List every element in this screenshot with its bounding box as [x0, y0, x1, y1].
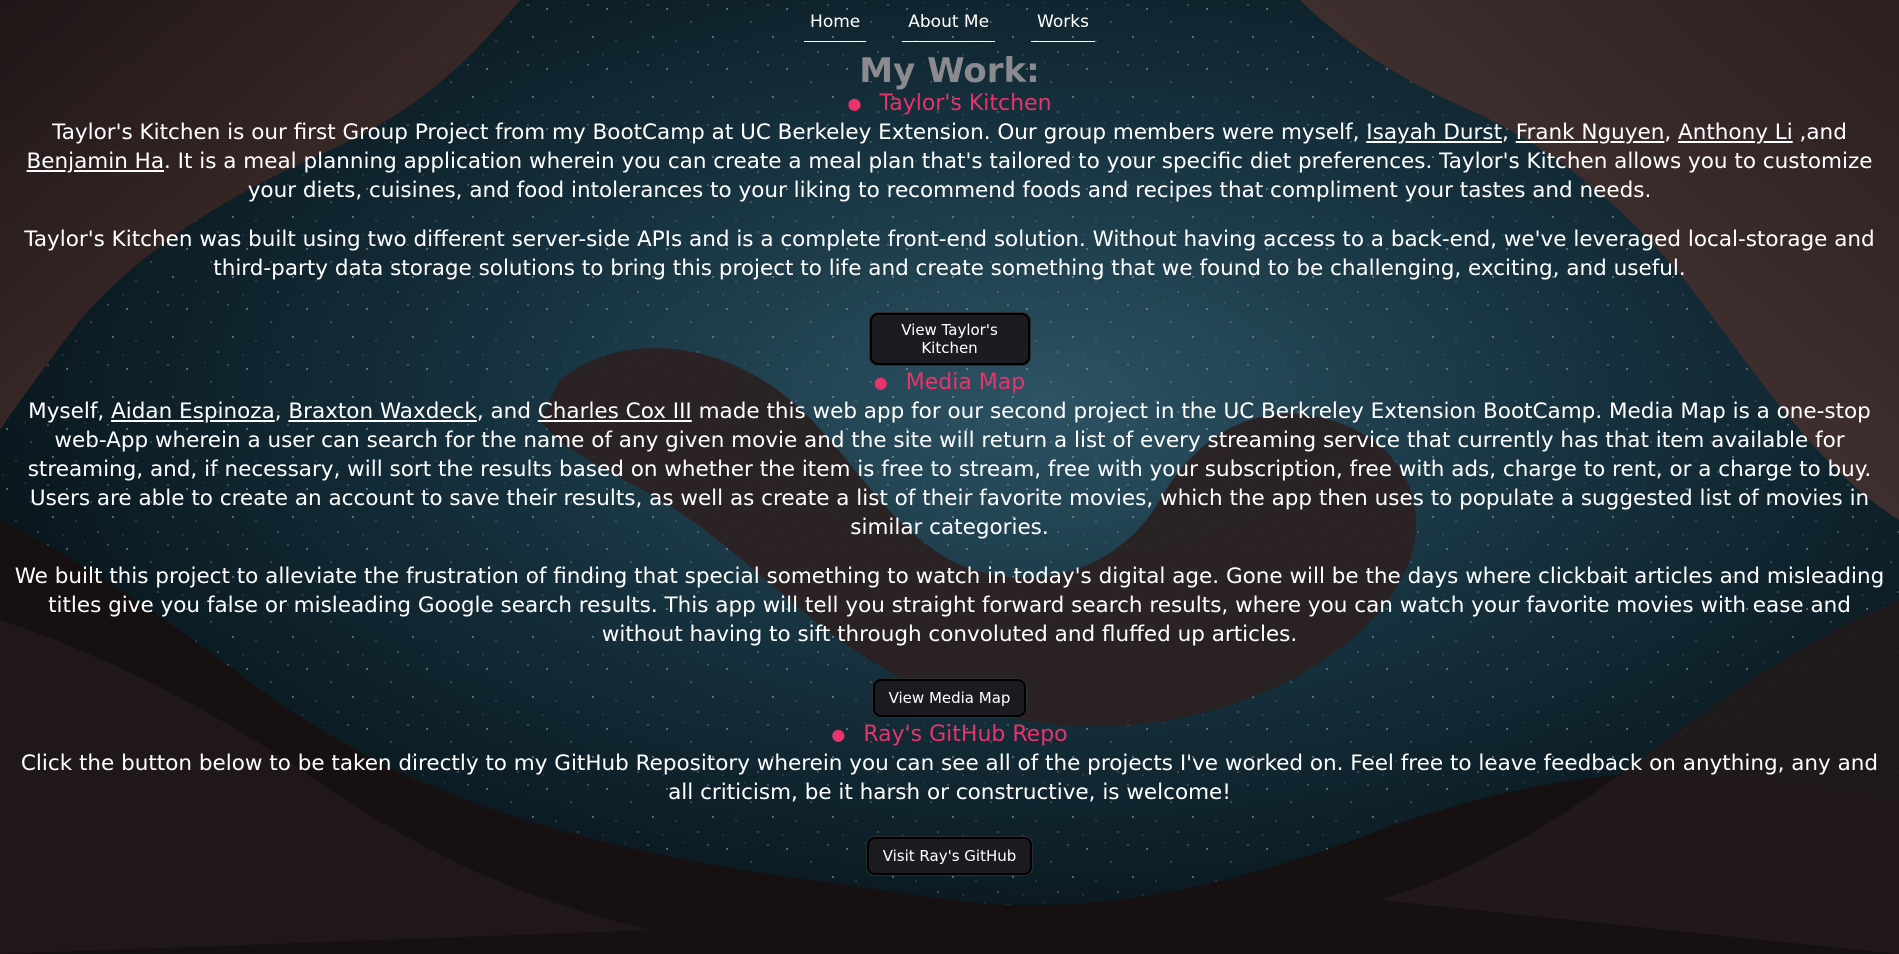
link-frank-nguyen[interactable]: Frank Nguyen	[1516, 120, 1665, 145]
page-content: Home About Me Works My Work: ● Taylor's …	[0, 0, 1899, 875]
nav-about-me-link[interactable]: About Me	[902, 10, 996, 42]
description-text: . It is a meal planning application wher…	[164, 149, 1873, 203]
project-title-text: Ray's GitHub Repo	[863, 722, 1068, 747]
project-title-taylors-kitchen: ● Taylor's Kitchen	[847, 90, 1051, 118]
separator-text: ,	[1664, 120, 1679, 145]
project-title-media-map: ● Media Map	[874, 369, 1025, 397]
nav-works-link[interactable]: Works	[1031, 10, 1095, 42]
project-title-text: Taylor's Kitchen	[879, 91, 1052, 116]
link-isayah-durst[interactable]: Isayah Durst	[1366, 120, 1502, 145]
separator-text: ,and	[1792, 120, 1847, 145]
separator-text: ,	[1502, 120, 1516, 145]
link-aidan-espinoza[interactable]: Aidan Espinoza	[111, 399, 275, 424]
project-github-repo: ● Ray's GitHub Repo Click the button bel…	[0, 721, 1899, 875]
link-benjamin-ha[interactable]: Benjamin Ha	[27, 149, 164, 174]
bullet-icon: ●	[831, 725, 846, 744]
bullet-icon: ●	[873, 373, 888, 392]
project-description: Myself, Aidan Espinoza, Braxton Waxdeck,…	[15, 397, 1885, 542]
separator-text: , and	[476, 399, 538, 424]
project-description-2: We built this project to alleviate the f…	[14, 564, 1885, 647]
top-nav: Home About Me Works	[0, 0, 1899, 42]
project-description-2: Taylor's Kitchen was built using two dif…	[24, 227, 1875, 281]
link-braxton-waxdeck[interactable]: Braxton Waxdeck	[288, 399, 476, 424]
project-title-github-repo: ● Ray's GitHub Repo	[831, 721, 1067, 749]
nav-home-link[interactable]: Home	[804, 10, 867, 42]
page-title: My Work:	[859, 51, 1040, 91]
visit-github-button[interactable]: Visit Ray's GitHub	[866, 837, 1033, 875]
description-text: Taylor's Kitchen is our first Group Proj…	[52, 120, 1367, 145]
link-anthony-li[interactable]: Anthony Li	[1678, 120, 1793, 145]
view-taylors-kitchen-button[interactable]: View Taylor's Kitchen	[869, 313, 1030, 365]
view-media-map-button[interactable]: View Media Map	[872, 679, 1027, 717]
project-media-map: ● Media Map Myself, Aidan Espinoza, Brax…	[0, 369, 1899, 717]
separator-text: ,	[274, 399, 289, 424]
description-text: Myself,	[28, 399, 112, 424]
bullet-icon: ●	[847, 94, 862, 113]
project-description: Taylor's Kitchen is our first Group Proj…	[15, 118, 1885, 205]
project-taylors-kitchen: ● Taylor's Kitchen Taylor's Kitchen is o…	[0, 90, 1899, 365]
project-title-text: Media Map	[905, 370, 1026, 395]
project-description: Click the button below to be taken direc…	[20, 751, 1879, 805]
link-charles-cox-iii[interactable]: Charles Cox III	[538, 399, 692, 424]
